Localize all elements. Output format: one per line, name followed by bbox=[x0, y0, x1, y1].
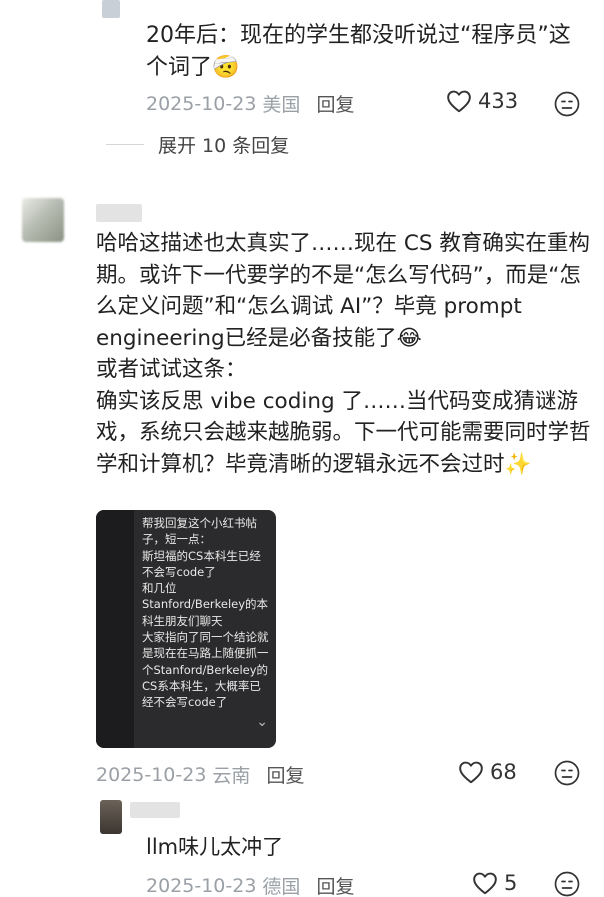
avatar[interactable] bbox=[22, 198, 64, 242]
like-button[interactable]: 68 bbox=[458, 760, 517, 784]
comment-meta: 2025-10-23 德国 回复 bbox=[146, 872, 354, 897]
comment-date: 2025-10-23 bbox=[146, 92, 257, 115]
comment-meta: 2025-10-23 美国 回复 bbox=[146, 90, 354, 117]
divider bbox=[106, 144, 144, 145]
like-count: 68 bbox=[490, 760, 517, 784]
chevron-down-icon: ⌄ bbox=[256, 714, 268, 730]
dislike-face-icon[interactable] bbox=[554, 871, 580, 897]
username[interactable] bbox=[96, 204, 142, 222]
comment-text: 哈哈这描述也太真实了……现在 CS 教育确实在重构期。或许下一代要学的不是“怎么… bbox=[96, 228, 596, 480]
like-count: 433 bbox=[478, 89, 519, 113]
comment-paragraph: 哈哈这描述也太真实了……现在 CS 教育确实在重构期。或许下一代要学的不是“怎么… bbox=[96, 231, 590, 351]
like-button[interactable]: 5 bbox=[472, 871, 517, 895]
comment-paragraph: 确实该反思 vibe coding 了……当代码变成猜谜游戏，系统只会越来越脆弱… bbox=[96, 388, 591, 477]
reply-button[interactable]: 回复 bbox=[266, 761, 304, 788]
comment-paragraph: 或者试试这条： bbox=[96, 357, 247, 382]
like-button[interactable]: 433 bbox=[446, 89, 518, 113]
expand-replies-button[interactable]: 展开 10 条回复 bbox=[106, 131, 289, 158]
comment-location: 云南 bbox=[212, 765, 251, 787]
comment-thread: 20年后：现在的学生都没听说过“程序员”这个词了🤕 2025-10-23 美国 … bbox=[0, 0, 604, 897]
heart-icon bbox=[447, 90, 471, 113]
like-count: 5 bbox=[504, 871, 518, 895]
comment-date: 2025-10-23 bbox=[146, 874, 257, 897]
username[interactable] bbox=[130, 802, 180, 818]
expand-replies-label: 展开 10 条回复 bbox=[158, 135, 290, 157]
comment-meta: 2025-10-23 云南 回复 bbox=[96, 761, 304, 788]
dislike-face-icon[interactable] bbox=[554, 91, 580, 117]
heart-icon bbox=[459, 761, 483, 784]
image-sidebar bbox=[96, 510, 134, 748]
reply-button[interactable]: 回复 bbox=[316, 90, 354, 117]
reply-button[interactable]: 回复 bbox=[316, 872, 354, 897]
avatar[interactable] bbox=[100, 800, 122, 834]
comment-image[interactable]: 帮我回复这个小红书帖子，短一点： 斯坦福的CS本科生已经不会写code了 和几位… bbox=[96, 510, 276, 748]
comment-text: llm味儿太冲了 bbox=[146, 835, 284, 859]
dislike-face-icon[interactable] bbox=[554, 760, 580, 786]
heart-icon bbox=[473, 872, 497, 895]
avatar[interactable] bbox=[102, 0, 120, 18]
comment-location: 德国 bbox=[262, 876, 301, 897]
comment-location: 美国 bbox=[262, 94, 301, 116]
comment-text: 20年后：现在的学生都没听说过“程序员”这个词了🤕 bbox=[146, 23, 571, 80]
comment-date: 2025-10-23 bbox=[96, 763, 207, 786]
image-text: 帮我回复这个小红书帖子，短一点： 斯坦福的CS本科生已经不会写code了 和几位… bbox=[142, 516, 269, 710]
